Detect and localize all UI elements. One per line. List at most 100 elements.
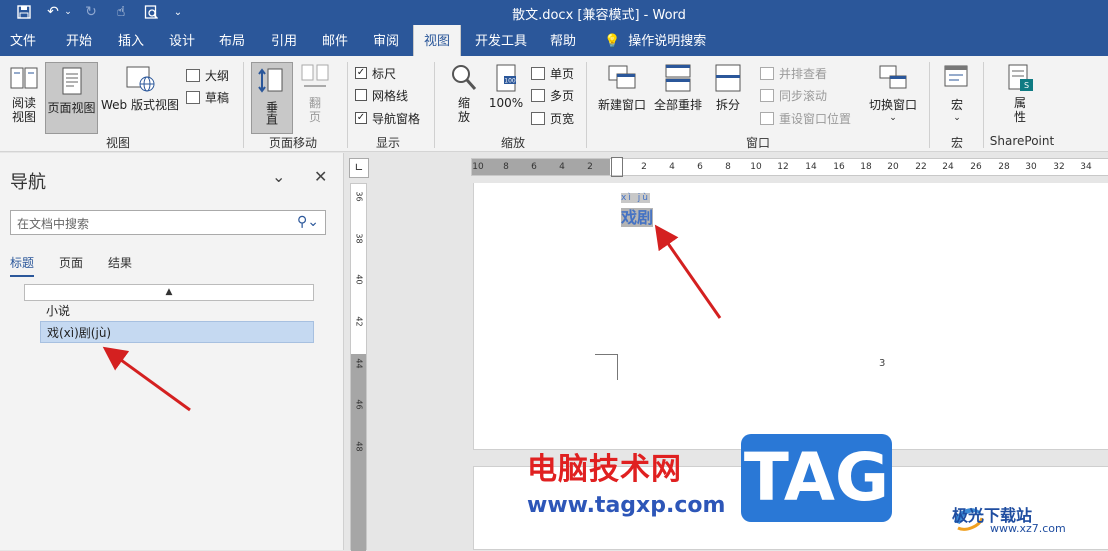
ruler-label: 16	[833, 162, 845, 172]
ruler-label: 38	[354, 233, 364, 244]
properties-button[interactable]: S 属 性	[1000, 62, 1040, 124]
tab-view[interactable]: 视图	[413, 25, 461, 56]
ruby-text[interactable]: xì jù	[621, 193, 650, 203]
search-input[interactable]: 在文档中搜索 ⚲⌄	[10, 210, 326, 235]
split-button[interactable]: 拆分	[710, 62, 746, 113]
switch-window-button[interactable]: 切换窗口 ⌄	[866, 62, 920, 123]
heading-item[interactable]: 小说	[40, 300, 314, 322]
ruler-label: 44	[354, 358, 364, 369]
print-layout-button[interactable]: 页面视图	[45, 62, 98, 134]
view-side-by-side-button[interactable]: 并排查看	[760, 63, 827, 83]
multiple-pages-label: 多页	[550, 88, 575, 103]
title-bar: ↶ ⌄ ↻ ☝ ⌄ 散文.docx [兼容模式] - Word	[0, 0, 1108, 25]
ruler-label: 28	[998, 162, 1010, 172]
ruler-label: 48	[354, 441, 364, 452]
tab-home[interactable]: 开始	[55, 25, 103, 56]
ruler-label: 30	[1025, 162, 1037, 172]
document-heading[interactable]: 戏剧	[621, 204, 654, 228]
collapse-all-button[interactable]: ▲	[24, 284, 314, 301]
outline-button[interactable]: 大纲	[186, 65, 229, 85]
one-page-button[interactable]: 单页	[531, 63, 574, 83]
read-mode-label: 阅读 视图	[11, 96, 36, 124]
ruler-label: 46	[354, 399, 364, 410]
macros-icon	[941, 62, 973, 94]
read-mode-icon	[8, 62, 40, 94]
checkbox-checked-icon: ✓	[355, 112, 367, 124]
ruler-label: 2	[641, 162, 647, 172]
tab-developer[interactable]: 开发工具	[470, 25, 532, 56]
side-to-side-label: 翻 页	[308, 96, 321, 124]
draft-button[interactable]: 草稿	[186, 87, 229, 107]
page-width-button[interactable]: 页宽	[531, 108, 574, 128]
ruler-label: 10	[472, 162, 484, 172]
zoom-label: 缩 放	[457, 96, 470, 124]
tab-layout[interactable]: 布局	[208, 25, 256, 56]
reset-window-position-button[interactable]: 重设窗口位置	[760, 108, 851, 128]
ruler-label: 6	[697, 162, 703, 172]
web-layout-button[interactable]: Web 版式视图	[100, 62, 180, 113]
draft-icon	[186, 90, 200, 104]
split-label: 拆分	[715, 98, 740, 112]
ruler-label: 标尺	[372, 66, 397, 81]
page-width-icon	[531, 111, 545, 125]
document-page[interactable]	[473, 183, 1108, 450]
gridlines-checkbox[interactable]: 网格线	[355, 85, 408, 105]
search-icon[interactable]: ⚲⌄	[297, 214, 319, 230]
macros-button[interactable]: 宏 ⌄	[938, 62, 976, 123]
group-separator	[983, 62, 984, 148]
arrange-all-button[interactable]: 全部重排	[652, 62, 704, 113]
horizontal-ruler[interactable]: 10 8 6 4 2 2 4 6 8 10 12 14 16 18 20 22 24 26 28 30 32 34	[471, 157, 1108, 177]
multiple-pages-button[interactable]: 多页	[531, 85, 574, 105]
group-label-sharepoint: SharePoint	[989, 134, 1055, 148]
chevron-down-icon: ⌄	[889, 113, 897, 123]
tab-review[interactable]: 审阅	[362, 25, 410, 56]
new-window-label: 新建窗口	[597, 98, 646, 112]
reset-window-position-label: 重设窗口位置	[779, 111, 852, 126]
vertical-ruler[interactable]: 36 38 40 42 44 46 48	[350, 183, 367, 551]
group-separator	[434, 62, 435, 148]
properties-label: 属 性	[1013, 96, 1026, 124]
heading-item-selected[interactable]: 戏(xì)剧(jù)	[40, 321, 314, 343]
tab-selector[interactable]: ∟	[349, 158, 369, 178]
ruler-label: 10	[750, 162, 762, 172]
sync-scroll-button[interactable]: 同步滚动	[760, 85, 827, 105]
vertical-button[interactable]: 垂直	[251, 62, 293, 134]
tab-pages[interactable]: 页面	[59, 254, 83, 271]
new-window-button[interactable]: 新建窗口	[596, 62, 648, 113]
tab-mailings[interactable]: 邮件	[311, 25, 359, 56]
group-label-view: 视图	[105, 136, 130, 150]
close-icon[interactable]: ✕	[314, 167, 327, 186]
new-window-icon	[606, 62, 638, 94]
ruler-margin	[351, 354, 366, 551]
ruler-label: 36	[354, 191, 364, 202]
tab-insert[interactable]: 插入	[107, 25, 155, 56]
chevron-down-icon[interactable]: ⌄	[272, 167, 285, 186]
zoom-button[interactable]: 缩 放	[446, 62, 482, 124]
multiple-pages-icon	[531, 88, 545, 102]
page-width-label: 页宽	[550, 111, 575, 126]
vertical-scroll-icon	[256, 65, 288, 97]
print-layout-icon	[56, 65, 88, 97]
switch-window-label: 切换窗口	[868, 98, 917, 112]
tab-references[interactable]: 引用	[260, 25, 308, 56]
ruler-label: 42	[354, 316, 364, 327]
group-separator	[586, 62, 587, 148]
tab-help[interactable]: 帮助	[540, 25, 586, 56]
ruby-text-value: xì jù	[621, 193, 650, 203]
ruler-checkbox[interactable]: ✓ 标尺	[355, 63, 396, 83]
navigation-pane-checkbox[interactable]: ✓ 导航窗格	[355, 108, 420, 128]
side-to-side-button[interactable]: 翻 页	[298, 62, 332, 124]
window-title: 散文.docx [兼容模式] - Word	[512, 8, 686, 23]
ruler-label: 24	[942, 162, 954, 172]
tell-me-search[interactable]: 💡 操作说明搜索	[600, 25, 710, 56]
tab-design[interactable]: 设计	[158, 25, 206, 56]
tab-headings[interactable]: 标题	[10, 254, 35, 277]
zoom-100-button[interactable]: 100 100%	[488, 62, 524, 110]
switch-window-icon	[877, 62, 909, 94]
tab-results[interactable]: 结果	[108, 254, 132, 271]
print-layout-label: 页面视图	[47, 101, 96, 115]
read-mode-button[interactable]: 阅读 视图	[4, 62, 44, 124]
indent-marker-icon[interactable]	[611, 157, 623, 177]
tab-file[interactable]: 文件	[0, 25, 46, 56]
draft-label: 草稿	[205, 90, 230, 105]
